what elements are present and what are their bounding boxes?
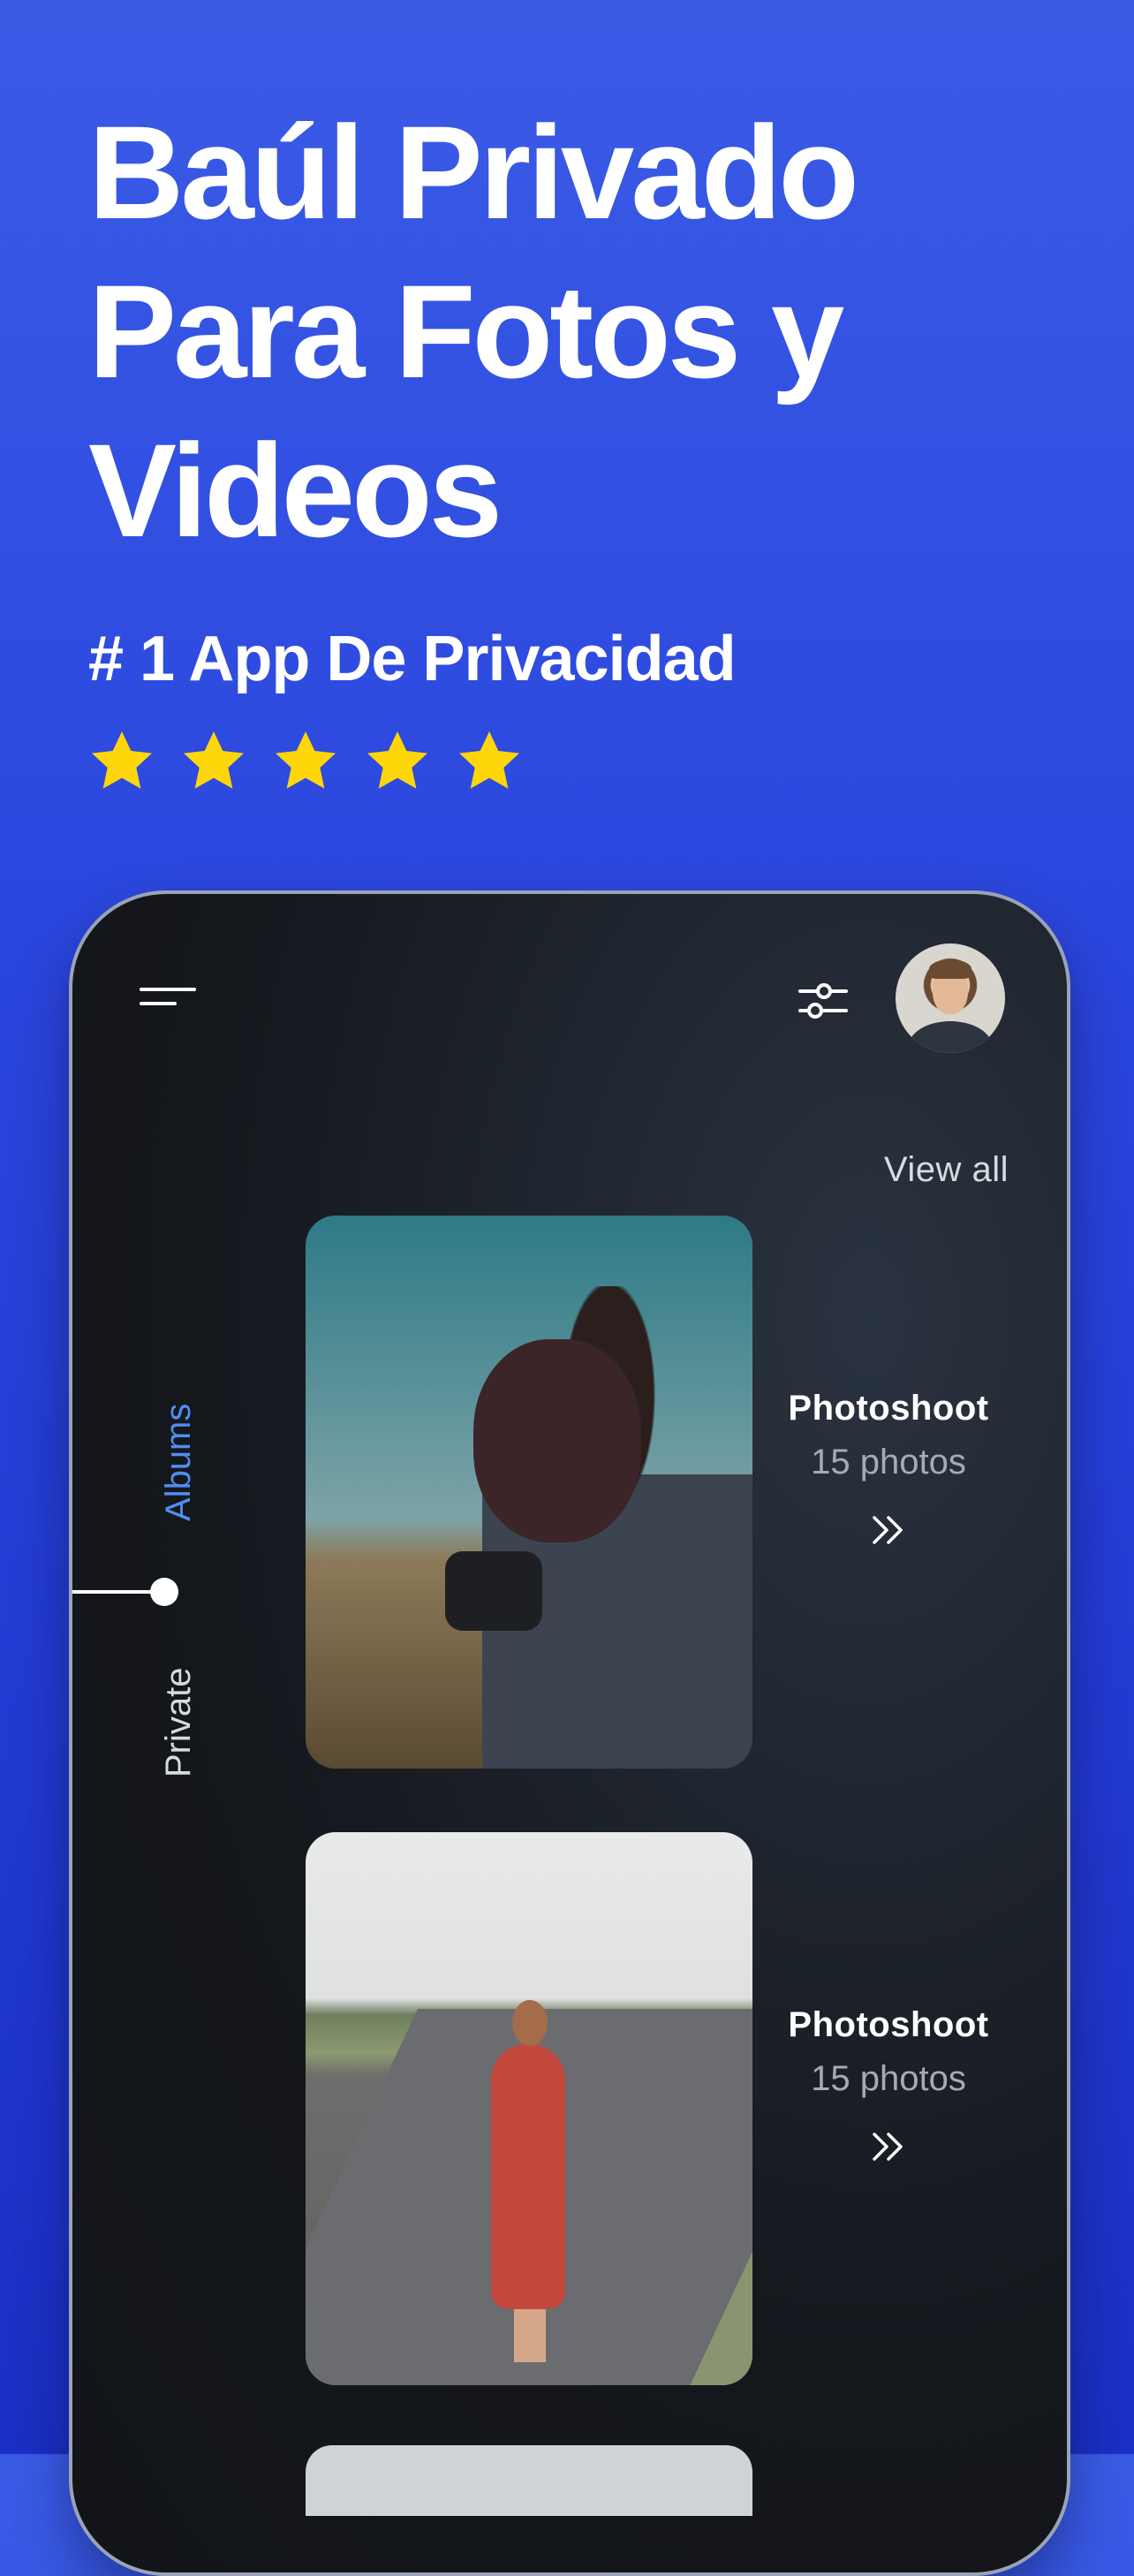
album-info: Photoshoot 15 photos xyxy=(756,2005,1021,2168)
side-nav-private[interactable]: Private xyxy=(159,1668,199,1778)
album-card[interactable]: Photoshoot 15 photos xyxy=(235,1216,1030,1772)
album-cover-photo[interactable] xyxy=(306,1832,752,2385)
hero-title-line-1: Baúl Privado xyxy=(88,98,859,246)
star-icon xyxy=(270,726,341,797)
album-count: 15 photos xyxy=(811,1443,966,1481)
side-nav-indicator-line xyxy=(72,1590,155,1594)
photo-person xyxy=(479,1991,576,2362)
avatar-shoulders xyxy=(908,1021,993,1053)
side-nav-albums[interactable]: Albums xyxy=(159,1404,199,1521)
hero-subtitle: # 1 App De Privacidad xyxy=(88,624,737,694)
user-avatar[interactable] xyxy=(896,943,1005,1053)
album-title: Photoshoot xyxy=(788,2005,989,2044)
rating-stars xyxy=(87,726,525,797)
star-icon xyxy=(454,726,525,797)
photo-gas-mask xyxy=(473,1339,641,1542)
hero-title: Baúl Privado Para Fotos y Videos xyxy=(88,93,1060,570)
album-title: Photoshoot xyxy=(788,1389,989,1428)
sliders-icon[interactable] xyxy=(797,974,850,1027)
photo-mask-filter xyxy=(445,1551,542,1631)
view-all-link[interactable]: View all xyxy=(884,1150,1009,1190)
hero-title-line-2: Para Fotos y xyxy=(88,257,844,405)
side-nav-indicator-dot xyxy=(150,1578,178,1606)
menu-icon[interactable] xyxy=(140,984,196,1011)
star-icon xyxy=(362,726,433,797)
album-cover-photo[interactable] xyxy=(306,1216,752,1769)
album-card[interactable]: Photoshoot 15 photos xyxy=(235,1832,1030,2389)
album-info: Photoshoot 15 photos xyxy=(756,1389,1021,1551)
star-icon xyxy=(87,726,157,797)
phone-mockup: View all Albums Private Photoshoot 15 ph… xyxy=(69,890,1070,2576)
photo-person-dress xyxy=(491,2044,565,2309)
double-chevron-right-icon[interactable] xyxy=(867,2125,910,2168)
double-chevron-right-icon[interactable] xyxy=(867,1509,910,1551)
album-card-partial[interactable] xyxy=(306,2445,752,2516)
star-icon xyxy=(178,726,249,797)
photo-person-head xyxy=(512,2000,548,2046)
hero-title-line-3: Videos xyxy=(88,416,503,564)
avatar-hair xyxy=(929,959,971,979)
album-count: 15 photos xyxy=(811,2059,966,2098)
